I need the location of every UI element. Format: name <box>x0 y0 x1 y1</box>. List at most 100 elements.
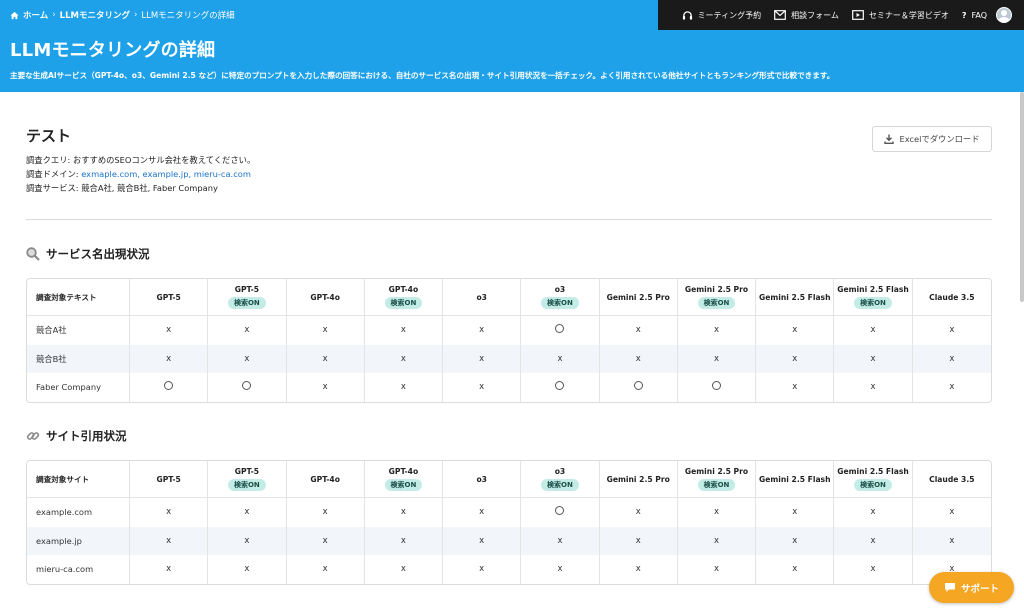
query-info: 調査クエリ: おすすめのSEOコンサル会社を教えてください。 <box>26 154 255 166</box>
cell-absent: x <box>365 555 444 584</box>
cell-absent: x <box>678 498 757 527</box>
excel-download-button[interactable]: Excelでダウンロード <box>872 126 992 152</box>
model-name: GPT-4o <box>310 292 340 302</box>
site-section-title: サイト引用状況 <box>26 428 127 444</box>
cell-present <box>521 498 600 527</box>
avatar[interactable] <box>996 7 1012 23</box>
row-label: mieru-ca.com <box>27 555 130 584</box>
query-label: 調査クエリ: <box>26 155 73 165</box>
circle-icon <box>555 324 565 334</box>
query-value: おすすめのSEOコンサル会社を教えてください。 <box>72 155 256 165</box>
question-icon: ? <box>961 10 967 20</box>
cell-absent: x <box>365 498 444 527</box>
site-section-label: サイト引用状況 <box>46 429 127 443</box>
column-header-model: o3 検索ON <box>521 279 600 316</box>
home-icon <box>10 11 19 19</box>
cell-absent: x <box>521 344 600 373</box>
model-name: Gemini 2.5 Flash <box>759 474 831 484</box>
chat-icon <box>944 583 955 592</box>
circle-icon <box>164 381 174 391</box>
search-on-badge: 検索ON <box>697 479 736 491</box>
row-label: 競合B社 <box>27 344 130 373</box>
cell-absent: x <box>756 555 835 584</box>
chevron-right-icon: › <box>52 10 56 20</box>
search-on-badge: 検索ON <box>854 479 892 491</box>
model-name: GPT-5 <box>156 292 181 302</box>
cell-absent: x <box>287 373 365 402</box>
column-header-model: GPT-4o 検索ON <box>364 461 444 498</box>
circle-icon <box>555 506 565 516</box>
cell-absent: x <box>365 316 444 345</box>
column-header-model: GPT-5 検索ON <box>208 279 287 316</box>
domain-links[interactable]: exmaple.com, example.jp, mieru-ca.com <box>81 169 251 179</box>
column-header-target: 調査対象サイト <box>27 461 130 498</box>
search-on-badge: 検索ON <box>541 479 579 491</box>
download-icon <box>884 134 895 144</box>
model-name: GPT-5 <box>234 467 260 476</box>
cell-absent: x <box>130 526 209 555</box>
table-row: mieru-ca.com x x x x x x x x x x x <box>27 555 991 584</box>
search-on-badge: 検索ON <box>541 297 579 309</box>
headset-icon <box>682 10 692 20</box>
column-header-model: o3 <box>443 279 522 316</box>
cell-absent: x <box>208 344 287 373</box>
contact-form-link[interactable]: 相談フォーム <box>774 10 839 21</box>
model-name: GPT-4o <box>388 467 419 476</box>
search-on-badge: 検索ON <box>227 479 266 491</box>
seminar-video-link[interactable]: セミナー＆学習ビデオ <box>851 10 949 21</box>
cell-absent: x <box>443 526 522 555</box>
cell-absent: x <box>130 498 209 527</box>
circle-icon <box>242 381 252 391</box>
model-name: Claude 3.5 <box>929 292 975 302</box>
row-label: Faber Company <box>27 373 130 402</box>
magnifier-icon <box>26 247 40 261</box>
support-label: サポート <box>960 583 999 595</box>
contact-form-label: 相談フォーム <box>791 10 839 20</box>
breadcrumb: ホーム › LLMモニタリング › LLMモニタリングの詳細 <box>10 9 235 21</box>
cell-absent: x <box>600 498 678 527</box>
cell-absent: x <box>364 344 444 373</box>
model-name: GPT-5 <box>156 474 181 484</box>
cell-absent: x <box>678 316 757 345</box>
cell-absent: x <box>756 498 835 527</box>
model-name: Gemini 2.5 Pro <box>606 474 670 484</box>
search-on-badge: 検索ON <box>384 297 423 309</box>
column-header-model: Gemini 2.5 Flash 検索ON <box>834 279 913 316</box>
search-on-badge: 検索ON <box>854 297 892 309</box>
column-header-model: o3 <box>443 461 522 498</box>
cell-absent: x <box>208 555 287 584</box>
breadcrumb-home[interactable]: ホーム <box>23 9 48 21</box>
cell-absent: x <box>521 526 600 555</box>
cell-absent: x <box>912 344 991 373</box>
model-name: GPT-4o <box>310 474 340 484</box>
row-label: 競合A社 <box>27 316 130 345</box>
support-button[interactable]: サポート <box>929 572 1014 603</box>
divider <box>26 219 992 220</box>
cell-absent: x <box>443 316 522 345</box>
cell-absent: x <box>834 526 913 555</box>
column-header-model: GPT-4o 検索ON <box>364 279 444 316</box>
cell-absent: x <box>677 344 757 373</box>
cell-absent: x <box>443 344 522 373</box>
cell-absent: x <box>678 555 757 584</box>
faq-label: FAQ <box>971 10 988 20</box>
cell-absent: x <box>834 344 913 373</box>
model-name: o3 <box>476 474 487 484</box>
column-header-model: GPT-5 <box>130 279 209 316</box>
table-row: 競合B社 x x x x x x x x x x x <box>27 344 991 373</box>
breadcrumb-current: LLMモニタリングの詳細 <box>141 11 235 21</box>
page-description: 主要な生成AIサービス（GPT-4o、o3、Gemini 2.5 など）に特定の… <box>10 71 835 80</box>
service-label: 調査サービス: <box>26 183 82 193</box>
model-name: Gemini 2.5 Flash <box>837 467 909 476</box>
column-header-model: GPT-5 検索ON <box>208 461 287 498</box>
cell-absent: x <box>599 526 678 555</box>
column-header-model: Claude 3.5 <box>912 461 991 498</box>
breadcrumb-llm-monitoring[interactable]: LLMモニタリング <box>60 9 130 21</box>
faq-link[interactable]: ? FAQ <box>962 11 987 20</box>
scrollbar[interactable] <box>1020 92 1024 302</box>
column-header-model: GPT-4o <box>286 461 365 498</box>
meeting-reservation-link[interactable]: ミーティング予約 <box>682 10 761 21</box>
table-row: example.jp x x x x x x x x x x x <box>27 526 991 555</box>
cell-absent: x <box>834 316 913 345</box>
cell-absent: x <box>834 373 913 402</box>
